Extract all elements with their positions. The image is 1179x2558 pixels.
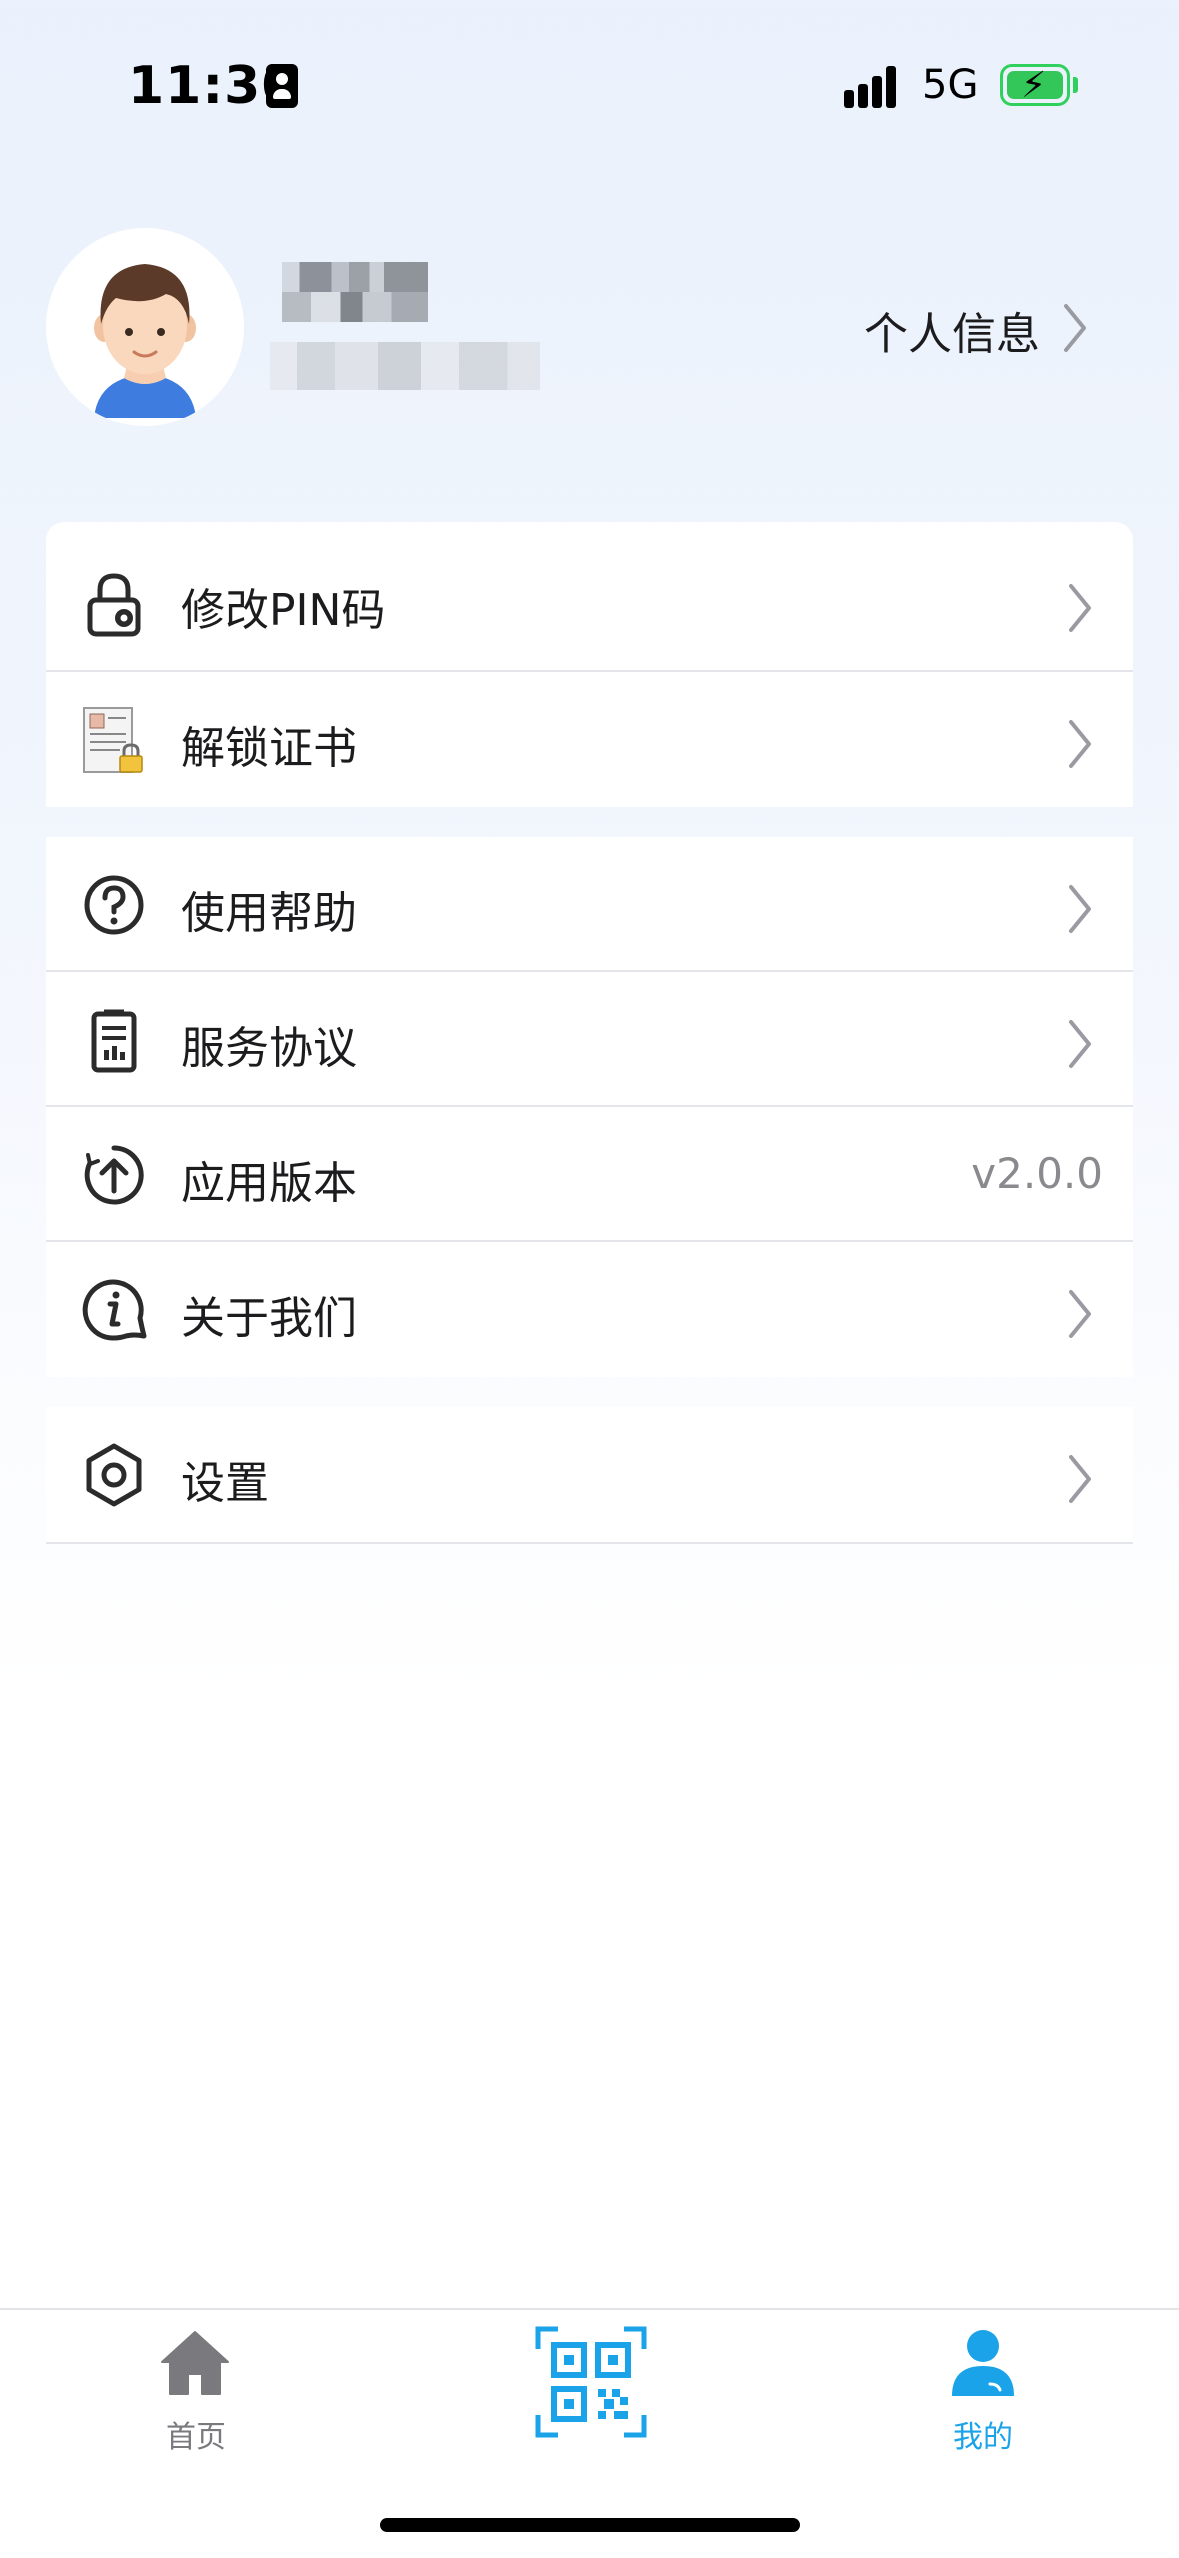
menu-item-label: 设置 bbox=[181, 1458, 269, 1509]
contact-card-icon bbox=[266, 64, 298, 108]
user-icon[interactable] bbox=[950, 2328, 1016, 2398]
avatar[interactable] bbox=[46, 228, 244, 426]
menu-item-app-version[interactable]: 应用版本 v2.0.0 bbox=[46, 1107, 1133, 1242]
certificate-lock-icon bbox=[83, 707, 143, 773]
menu-item-label: 服务协议 bbox=[181, 1023, 357, 1074]
qr-scan-icon[interactable] bbox=[534, 2325, 648, 2439]
upload-circle-icon bbox=[84, 1145, 144, 1205]
lock-gear-icon bbox=[87, 573, 141, 637]
menu-item-settings[interactable]: 设置 bbox=[46, 1407, 1133, 1542]
tab-me[interactable]: 我的 bbox=[950, 2412, 1016, 2456]
question-circle-icon bbox=[84, 875, 144, 935]
chevron-right-icon bbox=[1069, 720, 1091, 768]
menu-item-label: 修改PIN码 bbox=[181, 585, 386, 636]
personal-info-link[interactable]: 个人信息 bbox=[864, 298, 1040, 362]
tab-home[interactable]: 首页 bbox=[160, 2412, 232, 2456]
app-version-value: v2.0.0 bbox=[971, 1149, 1103, 1198]
user-name-redacted bbox=[282, 262, 428, 322]
menu-item-help[interactable]: 使用帮助 bbox=[46, 837, 1133, 972]
chevron-right-icon bbox=[1069, 584, 1091, 632]
chevron-right-icon bbox=[1069, 1290, 1091, 1338]
chevron-right-icon bbox=[1069, 1020, 1091, 1068]
menu-group-about: 使用帮助 服务协议 应用版本 v2.0.0 关于我们 bbox=[46, 837, 1133, 1377]
info-bubble-icon bbox=[82, 1279, 147, 1341]
menu-item-about-us[interactable]: 关于我们 bbox=[46, 1242, 1133, 1377]
menu-item-label: 应用版本 bbox=[181, 1158, 357, 1209]
menu-item-service-agreement[interactable]: 服务协议 bbox=[46, 972, 1133, 1107]
user-account-redacted bbox=[270, 342, 540, 390]
chevron-right-icon bbox=[1069, 885, 1091, 933]
menu-group-security: 修改PIN码 解锁证书 bbox=[46, 522, 1133, 807]
hexagon-settings-icon bbox=[86, 1443, 142, 1507]
chevron-right-icon bbox=[1069, 1455, 1091, 1503]
chevron-right-icon[interactable] bbox=[1060, 300, 1090, 356]
clipboard-document-icon bbox=[91, 1009, 137, 1073]
menu-item-unlock-certificate[interactable]: 解锁证书 bbox=[46, 672, 1133, 807]
network-type: 5G bbox=[922, 62, 979, 108]
menu-item-label: 解锁证书 bbox=[181, 723, 357, 774]
menu-item-label: 关于我们 bbox=[181, 1293, 357, 1344]
home-icon[interactable] bbox=[160, 2328, 230, 2398]
menu-item-change-pin[interactable]: 修改PIN码 bbox=[46, 522, 1133, 672]
menu-item-label: 使用帮助 bbox=[181, 888, 357, 939]
battery-charging-icon: ⚡ bbox=[1000, 64, 1070, 106]
menu-group-settings: 设置 bbox=[46, 1407, 1133, 1544]
boy-avatar-icon bbox=[94, 264, 196, 418]
home-indicator[interactable] bbox=[380, 2518, 800, 2532]
battery-cap bbox=[1073, 77, 1078, 93]
cellular-signal-icon bbox=[844, 66, 904, 108]
